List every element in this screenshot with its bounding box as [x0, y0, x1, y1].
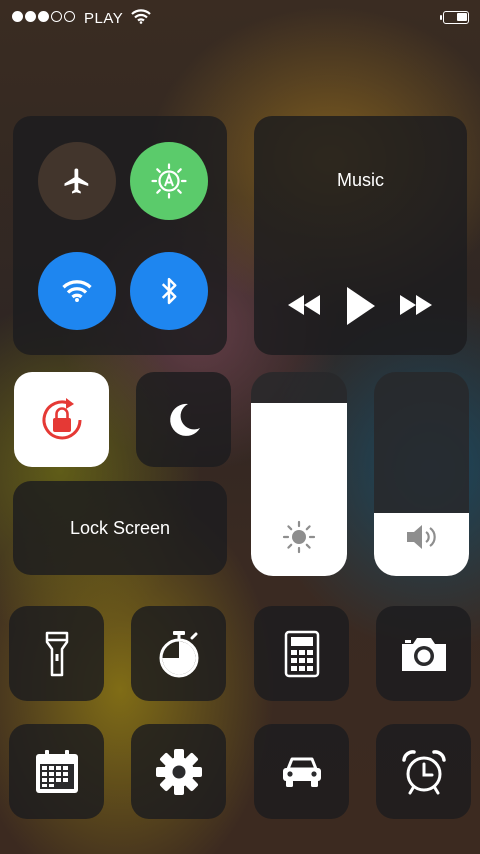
- auto-brightness-toggle[interactable]: [130, 142, 208, 220]
- connectivity-panel: [13, 116, 227, 355]
- signal-dot: [12, 11, 23, 22]
- timer-icon: [159, 630, 198, 677]
- wifi-icon: [62, 280, 92, 302]
- airplane-mode-toggle[interactable]: [38, 142, 116, 220]
- fast-forward-button[interactable]: [399, 294, 433, 321]
- signal-dot: [38, 11, 49, 22]
- wifi-status-icon: [131, 9, 151, 28]
- wifi-toggle[interactable]: [38, 252, 116, 330]
- calendar-button[interactable]: [9, 724, 104, 819]
- camera-button[interactable]: [376, 606, 471, 701]
- rotation-lock-toggle[interactable]: [14, 372, 109, 467]
- bluetooth-toggle[interactable]: [130, 252, 208, 330]
- auto-brightness-icon: [151, 163, 187, 199]
- moon-icon: [169, 403, 200, 436]
- airplane-icon: [64, 168, 89, 194]
- battery-indicator: [440, 11, 469, 24]
- car-button[interactable]: [254, 724, 349, 819]
- calendar-icon: [35, 749, 78, 793]
- do-not-disturb-toggle[interactable]: [136, 372, 231, 467]
- rewind-button[interactable]: [287, 294, 321, 321]
- play-icon: [347, 287, 375, 325]
- carrier-name: PLAY: [84, 10, 124, 27]
- camera-icon: [401, 637, 446, 671]
- car-icon: [282, 757, 321, 787]
- bluetooth-icon: [161, 277, 177, 305]
- brightness-slider[interactable]: [251, 372, 347, 576]
- settings-icon: [155, 748, 202, 795]
- speaker-icon: [404, 522, 440, 557]
- status-bar: PLAY: [0, 0, 480, 36]
- settings-button[interactable]: [131, 724, 226, 819]
- play-button[interactable]: [345, 286, 377, 331]
- alarm-button[interactable]: [376, 724, 471, 819]
- music-panel: Music: [254, 116, 467, 355]
- rotation-lock-icon: [42, 397, 81, 439]
- alarm-clock-icon: [401, 749, 446, 794]
- signal-dot: [64, 11, 75, 22]
- signal-dot: [51, 11, 62, 22]
- signal-dot: [25, 11, 36, 22]
- lock-screen-button[interactable]: Lock Screen: [13, 481, 227, 575]
- music-title: Music: [336, 170, 384, 190]
- volume-slider[interactable]: [374, 372, 469, 576]
- flashlight-icon: [45, 631, 68, 676]
- lock-screen-label: Lock Screen: [69, 517, 171, 538]
- flashlight-button[interactable]: [9, 606, 104, 701]
- signal-strength-indicator: [12, 11, 75, 22]
- calculator-icon: [284, 630, 319, 677]
- sun-icon: [282, 520, 316, 559]
- fast-forward-icon: [400, 295, 432, 315]
- calculator-button[interactable]: [254, 606, 349, 701]
- battery-fill: [456, 13, 467, 21]
- rewind-icon: [288, 295, 320, 315]
- timer-button[interactable]: [131, 606, 226, 701]
